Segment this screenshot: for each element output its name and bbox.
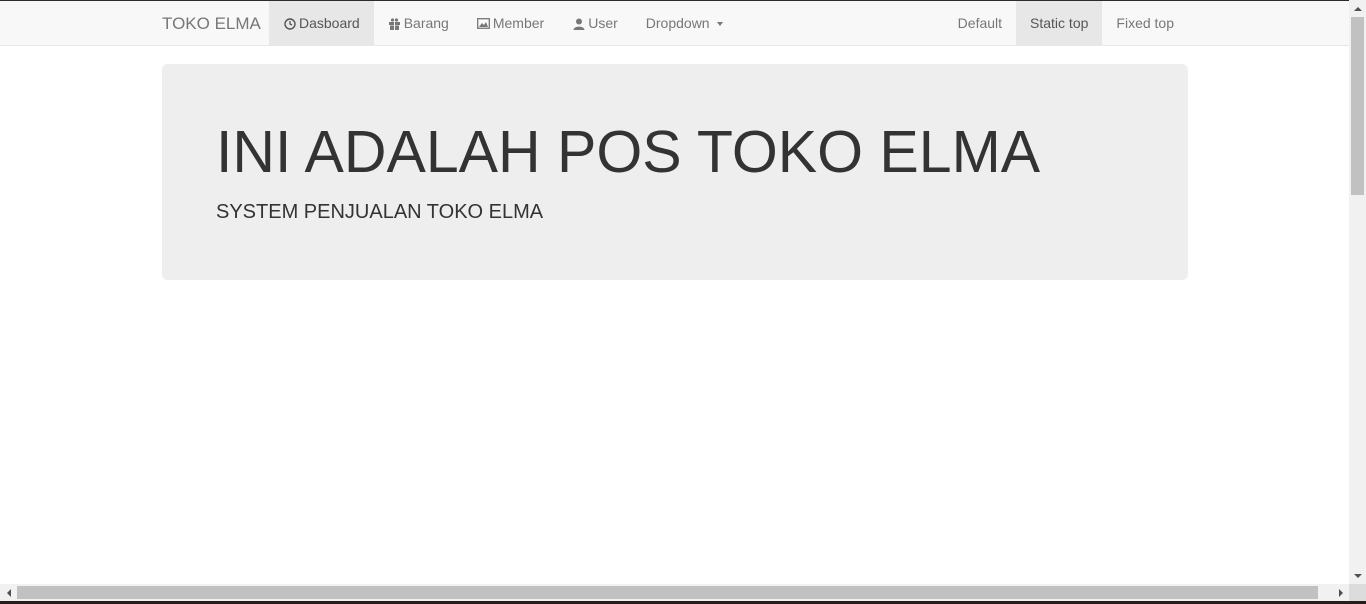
nav-item-static-top[interactable]: Static top xyxy=(1016,1,1103,46)
nav-item-label: Default xyxy=(957,15,1003,31)
picture-icon xyxy=(476,17,490,30)
scrollbar-corner xyxy=(1349,584,1366,601)
scroll-left-arrow-icon[interactable] xyxy=(0,584,17,601)
dashboard-clock-icon xyxy=(283,17,296,30)
nav-item-label: Barang xyxy=(403,15,449,31)
nav-item-label: Dasboard xyxy=(299,15,360,31)
nav-item-user[interactable]: User xyxy=(558,1,632,46)
vertical-scrollbar-thumb[interactable] xyxy=(1351,17,1364,195)
caret-down-icon xyxy=(716,21,723,26)
nav-item-fixed-top[interactable]: Fixed top xyxy=(1102,1,1188,46)
navbar: TOKO ELMA Dasboard Barang Member User Dr… xyxy=(0,1,1349,46)
nav-item-label: Member xyxy=(492,15,545,31)
nav-item-label: Fixed top xyxy=(1116,15,1174,31)
nav-item-label: Dropdown xyxy=(645,15,710,31)
nav-item-dropdown[interactable]: Dropdown xyxy=(632,1,737,46)
navbar-brand[interactable]: TOKO ELMA xyxy=(162,1,261,46)
jumbotron: INI ADALAH POS TOKO ELMA SYSTEM PENJUALA… xyxy=(162,64,1188,280)
vertical-scrollbar[interactable] xyxy=(1349,0,1366,584)
jumbotron-title: INI ADALAH POS TOKO ELMA xyxy=(216,119,1041,185)
gift-icon xyxy=(388,17,401,30)
nav-item-label: User xyxy=(588,15,618,31)
nav-item-dasboard[interactable]: Dasboard xyxy=(269,1,374,46)
navbar-left-menu: Dasboard Barang Member User Dropdown xyxy=(269,1,737,46)
horizontal-scrollbar[interactable] xyxy=(0,584,1349,601)
nav-item-barang[interactable]: Barang xyxy=(374,1,463,46)
navbar-right-menu: Default Static top Fixed top xyxy=(944,1,1188,46)
nav-item-label: Static top xyxy=(1030,15,1089,31)
nav-item-member[interactable]: Member xyxy=(463,1,558,46)
scroll-right-arrow-icon[interactable] xyxy=(1332,584,1349,601)
scroll-up-arrow-icon[interactable] xyxy=(1349,0,1366,17)
nav-item-default[interactable]: Default xyxy=(944,1,1016,46)
scroll-down-arrow-icon[interactable] xyxy=(1349,567,1366,584)
user-icon xyxy=(572,17,585,30)
horizontal-scrollbar-thumb[interactable] xyxy=(17,586,1318,599)
jumbotron-subtitle: SYSTEM PENJUALAN TOKO ELMA xyxy=(216,201,544,223)
